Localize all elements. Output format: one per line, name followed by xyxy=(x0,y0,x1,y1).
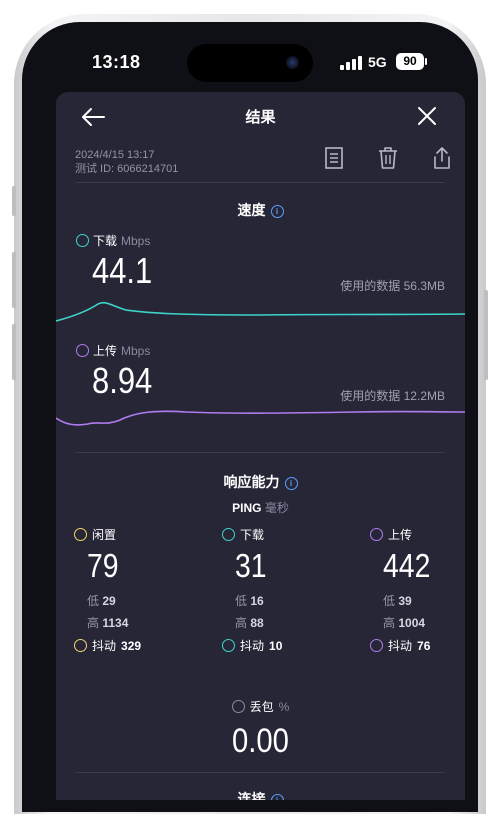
upload-low: 低 39 xyxy=(383,594,412,608)
upload-ping-value: 442 xyxy=(383,547,431,584)
idle-label: 闲置 xyxy=(74,526,194,543)
upload-speed-value: 8.94 xyxy=(92,360,153,401)
download-ping-value: 31 xyxy=(235,547,267,584)
jitter-icon xyxy=(370,639,383,652)
upload-arrow-icon xyxy=(370,528,383,541)
upload-speed-label: 上传 Mbps xyxy=(76,342,150,359)
power-button xyxy=(484,290,488,380)
download-high: 高 88 xyxy=(235,616,264,630)
jitter-icon xyxy=(222,639,235,652)
cellular-signal-icon xyxy=(340,56,362,70)
download-arrow-icon xyxy=(222,528,235,541)
ping-upload-column: 上传 442 低 39 高 1004 抖动 76 xyxy=(370,526,465,654)
speed-section-title: 速度 i xyxy=(56,200,465,220)
dynamic-island xyxy=(187,44,313,82)
divider xyxy=(76,182,445,183)
upload-speed-graph xyxy=(56,410,465,426)
test-meta: 2024/4/15 13:17 测试 ID: 6066214701 xyxy=(75,148,178,176)
battery-tip xyxy=(425,58,427,65)
divider xyxy=(76,452,445,453)
ping-idle-column: 闲置 79 低 29 高 1134 抖动 329 xyxy=(74,526,194,654)
download-speed-graph xyxy=(56,301,465,322)
divider xyxy=(76,772,445,773)
upload-ping-label: 上传 xyxy=(370,526,465,543)
idle-icon xyxy=(74,528,87,541)
volume-up-button xyxy=(12,252,16,308)
packet-loss-value: 0.00 xyxy=(232,722,289,760)
document-icon[interactable] xyxy=(322,146,346,170)
download-low: 低 16 xyxy=(235,594,264,608)
page-title: 结果 xyxy=(245,109,276,126)
idle-low: 低 29 xyxy=(87,594,116,608)
upload-arrow-icon xyxy=(76,344,89,357)
mute-switch xyxy=(12,186,16,216)
battery-icon: 90 xyxy=(396,53,424,70)
ping-download-column: 下载 31 低 16 高 88 抖动 10 xyxy=(222,526,342,654)
info-icon[interactable]: i xyxy=(270,205,284,218)
idle-ping-value: 79 xyxy=(87,547,119,584)
test-id: 测试 ID: 6066214701 xyxy=(75,163,179,175)
ping-label: PING 毫秒 xyxy=(232,501,289,515)
download-jitter: 抖动 10 xyxy=(222,637,342,654)
share-icon[interactable] xyxy=(430,146,454,170)
test-datetime: 2024/4/15 13:17 xyxy=(75,149,155,161)
upload-high: 高 1004 xyxy=(383,616,426,630)
info-icon[interactable]: i xyxy=(284,477,298,490)
download-speed-label: 下载 Mbps xyxy=(76,232,150,249)
responsiveness-section-title: 响应能力 i xyxy=(56,472,465,492)
packet-loss: 丢包% 0.00 xyxy=(56,698,465,761)
download-ping-label: 下载 xyxy=(222,526,342,543)
idle-high: 高 1134 xyxy=(87,616,129,630)
idle-jitter: 抖动 329 xyxy=(74,637,194,654)
trash-icon[interactable] xyxy=(376,146,400,170)
download-arrow-icon xyxy=(76,234,89,247)
packet-loss-label: 丢包% xyxy=(231,698,289,715)
volume-down-button xyxy=(12,324,16,380)
results-sheet: 结果 2024/4/15 13:17 测试 ID: 6066214701 速度 i… xyxy=(56,92,465,800)
info-icon[interactable]: i xyxy=(270,794,284,800)
jitter-icon xyxy=(74,639,87,652)
upload-jitter: 抖动 76 xyxy=(370,637,465,654)
packet-loss-icon xyxy=(231,700,245,713)
connection-section-title: 连接i xyxy=(56,789,465,800)
status-time: 13:18 xyxy=(92,52,141,72)
camera-icon xyxy=(286,56,299,69)
close-icon[interactable] xyxy=(416,105,438,127)
network-label: 5G xyxy=(368,54,387,70)
download-speed-value: 44.1 xyxy=(92,250,153,291)
